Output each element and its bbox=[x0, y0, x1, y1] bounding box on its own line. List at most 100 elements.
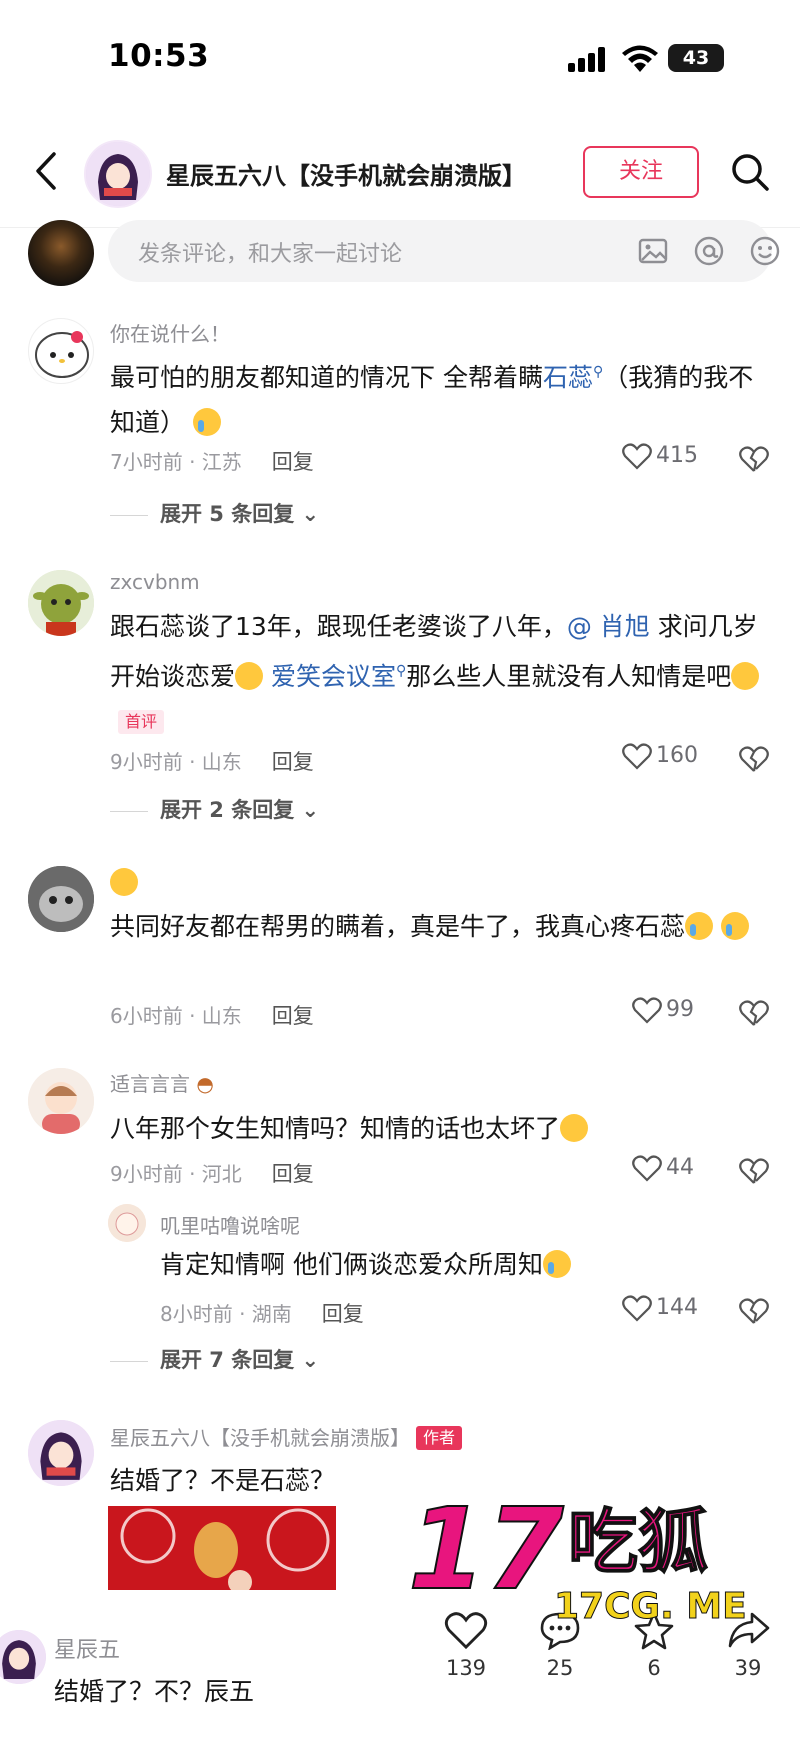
reply-button[interactable]: 回复 bbox=[272, 746, 314, 776]
dizzy-emoji-icon bbox=[560, 1114, 589, 1142]
comment-time-location: 9小时前 · 河北 bbox=[110, 1162, 242, 1186]
expand-replies-label: 展开 2 条回复 bbox=[160, 798, 295, 822]
comment-input-placeholder: 发条评论，和大家一起讨论 bbox=[138, 242, 403, 267]
mention-link[interactable]: @ 肖旭 bbox=[567, 612, 650, 641]
svg-text:17CG. ME: 17CG. ME bbox=[554, 1586, 747, 1627]
expand-replies-button[interactable]: 展开 5 条回复 ⌄ bbox=[110, 498, 319, 528]
like-button[interactable]: 415 bbox=[622, 442, 732, 470]
like-button[interactable]: 99 bbox=[632, 996, 742, 1024]
comment-text-part: 那么些人里就没有人知情是吧 bbox=[406, 662, 732, 691]
like-count: 160 bbox=[656, 743, 698, 768]
search-small-icon: ⚲ bbox=[395, 663, 407, 679]
comment-image[interactable] bbox=[108, 1506, 336, 1590]
comment-text: 八年那个女生知情吗？知情的话也太坏了 bbox=[110, 1106, 760, 1151]
crying-emoji-icon bbox=[192, 408, 221, 436]
svg-text:17: 17 bbox=[408, 1488, 564, 1615]
crying-emoji-icon bbox=[685, 912, 714, 940]
mention-icon[interactable] bbox=[692, 234, 726, 268]
reply-button[interactable]: 回复 bbox=[272, 1000, 314, 1030]
battery-indicator: 43 bbox=[668, 44, 724, 72]
wifi-icon bbox=[622, 45, 658, 72]
comment-time-location: 9小时前 · 山东 bbox=[110, 750, 242, 774]
like-count: 144 bbox=[656, 1295, 698, 1320]
svg-text:吃狐: 吃狐 bbox=[568, 1501, 708, 1583]
broken-heart-icon[interactable] bbox=[738, 442, 770, 474]
watermark-logo: 17 吃狐 17CG. ME bbox=[408, 1488, 747, 1628]
comment-meta: 7小时前 · 江苏 回复 bbox=[110, 446, 314, 476]
heart-icon bbox=[632, 1155, 662, 1182]
comment-text-part: 共同好友都在帮男的瞒着，真是牛了，我真心疼石蕊 bbox=[110, 912, 686, 941]
comment-username[interactable]: 你在说什么！ bbox=[110, 318, 230, 347]
post-share-count: 39 bbox=[734, 1656, 762, 1680]
post-like-count: 139 bbox=[445, 1656, 487, 1680]
broken-heart-icon[interactable] bbox=[738, 996, 770, 1028]
comment-avatar[interactable] bbox=[28, 1420, 94, 1486]
comment-composer: 发条评论，和大家一起讨论 bbox=[0, 220, 800, 292]
bottom-username: 星辰五 bbox=[54, 1638, 121, 1663]
expand-replies-button[interactable]: 展开 7 条回复 ⌄ bbox=[110, 1344, 319, 1374]
expand-replies-button[interactable]: 展开 2 条回复 ⌄ bbox=[110, 794, 319, 824]
heart-icon bbox=[622, 443, 652, 470]
like-count: 99 bbox=[666, 997, 694, 1022]
smile-emoji-icon bbox=[731, 662, 760, 690]
heart-icon bbox=[622, 743, 652, 770]
reply-time-location: 8小时前 · 湖南 bbox=[160, 1302, 292, 1326]
header: 星辰五六八【没手机就会崩溃版】 关注 bbox=[0, 118, 800, 228]
broken-heart-icon[interactable] bbox=[738, 742, 770, 774]
hug-emoji-icon bbox=[110, 868, 138, 896]
comment-username[interactable]: 星辰五六八【没手机就会崩溃版】 作者 bbox=[110, 1422, 463, 1451]
like-count: 415 bbox=[656, 443, 698, 468]
like-button[interactable]: 144 bbox=[622, 1294, 732, 1322]
comment-text-part: 八年那个女生知情吗？知情的话也太坏了 bbox=[110, 1114, 561, 1143]
header-avatar[interactable] bbox=[84, 140, 152, 208]
search-icon[interactable] bbox=[728, 150, 772, 194]
comment-meta: 6小时前 · 山东 回复 bbox=[110, 1000, 314, 1030]
comment-text-part: 跟石蕊谈了13年，跟现任老婆谈了八年， bbox=[110, 612, 567, 641]
comment-avatar[interactable] bbox=[28, 570, 94, 636]
header-title[interactable]: 星辰五六八【没手机就会崩溃版】 bbox=[166, 156, 526, 191]
like-button[interactable]: 160 bbox=[622, 742, 732, 770]
comment-meta: 9小时前 · 山东 回复 bbox=[110, 746, 314, 776]
heart-icon bbox=[622, 1295, 652, 1322]
first-comment-badge: 首评 bbox=[118, 710, 165, 734]
bottom-avatar bbox=[0, 1630, 46, 1684]
reply-avatar[interactable] bbox=[108, 1204, 146, 1242]
reply-button[interactable]: 回复 bbox=[272, 1158, 314, 1188]
comment-username[interactable]: 适言言言 ◓ bbox=[110, 1068, 214, 1097]
comment-text-part: 最可怕的朋友都知道的情况下 全帮着瞒 bbox=[110, 363, 543, 392]
back-icon[interactable] bbox=[26, 146, 66, 196]
search-link[interactable]: 爱笑会议室 bbox=[271, 662, 396, 691]
emoji-icon[interactable] bbox=[748, 234, 782, 268]
comment-username-text: 星辰五六八【没手机就会崩溃版】 bbox=[110, 1426, 410, 1450]
broken-heart-icon[interactable] bbox=[738, 1294, 770, 1326]
comment-time-location: 7小时前 · 江苏 bbox=[110, 450, 242, 474]
comment-username-text: 适言言言 bbox=[110, 1072, 190, 1096]
reply-meta: 8小时前 · 湖南 回复 bbox=[160, 1298, 364, 1328]
comment-meta: 9小时前 · 河北 回复 bbox=[110, 1158, 314, 1188]
like-button[interactable]: 44 bbox=[632, 1154, 742, 1182]
broken-heart-icon[interactable] bbox=[738, 1154, 770, 1186]
image-icon[interactable] bbox=[636, 234, 670, 268]
status-bar: 10:53 43 bbox=[0, 0, 800, 110]
reply-username[interactable]: 叽里咕噜说啥呢 bbox=[160, 1210, 300, 1239]
comment-text: 跟石蕊谈了13年，跟现任老婆谈了八年，@ 肖旭 求问几岁开始谈恋爱 爱笑会议室⚲… bbox=[110, 604, 760, 744]
chevron-down-icon: ⌄ bbox=[301, 1348, 320, 1372]
comment-input[interactable]: 发条评论，和大家一起讨论 bbox=[108, 220, 780, 282]
reply-text: 肯定知情啊 他们俩谈恋爱众所周知 bbox=[160, 1242, 740, 1287]
comment-avatar[interactable] bbox=[28, 866, 94, 932]
follow-button[interactable]: 关注 bbox=[583, 146, 699, 198]
status-time: 10:53 bbox=[108, 38, 210, 74]
reply-button[interactable]: 回复 bbox=[322, 1298, 364, 1328]
search-link[interactable]: 石蕊 bbox=[543, 363, 593, 392]
chevron-down-icon: ⌄ bbox=[301, 502, 320, 526]
like-count: 44 bbox=[666, 1155, 694, 1180]
comment-text: 共同好友都在帮男的瞒着，真是牛了，我真心疼石蕊 bbox=[110, 904, 760, 949]
pudding-emoji-icon: ◓ bbox=[196, 1072, 214, 1096]
comment-text: 最可怕的朋友都知道的情况下 全帮着瞒石蕊⚲（我猜的我不知道） bbox=[110, 350, 760, 445]
my-avatar bbox=[28, 220, 94, 286]
reply-button[interactable]: 回复 bbox=[272, 446, 314, 476]
comment-avatar[interactable] bbox=[28, 318, 94, 384]
cellular-signal-icon bbox=[568, 46, 608, 72]
comment-username[interactable]: zxcvbnm bbox=[110, 570, 200, 594]
comment-avatar[interactable] bbox=[28, 1068, 94, 1134]
